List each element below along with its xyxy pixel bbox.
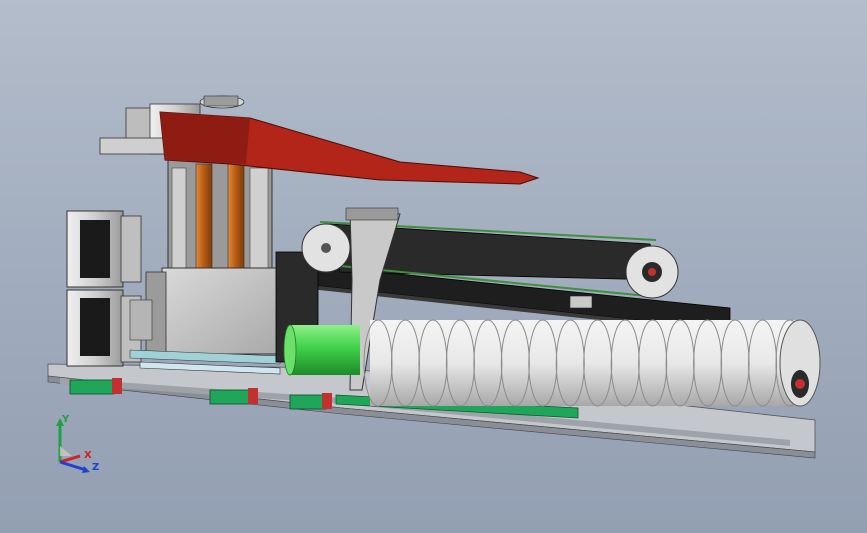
pulley-left (301, 223, 351, 273)
z-axis-arrow (59, 460, 90, 473)
z-axis-label: Z (92, 462, 99, 473)
pulley-right (625, 245, 679, 299)
y-axis-label: Y (61, 414, 70, 425)
cad-viewport[interactable]: Y X Z (0, 0, 867, 533)
machine-assembly-model (47, 95, 821, 459)
x-axis-label: X (84, 450, 92, 461)
main-carriage-plate (129, 267, 279, 355)
green-cylinder (283, 324, 360, 376)
stepper-motor-upper (66, 210, 142, 288)
x-axis-arrow (59, 454, 81, 464)
vertical-column (167, 159, 273, 275)
coordinate-triad: Y X Z (56, 414, 99, 473)
roller-drum (363, 319, 821, 407)
